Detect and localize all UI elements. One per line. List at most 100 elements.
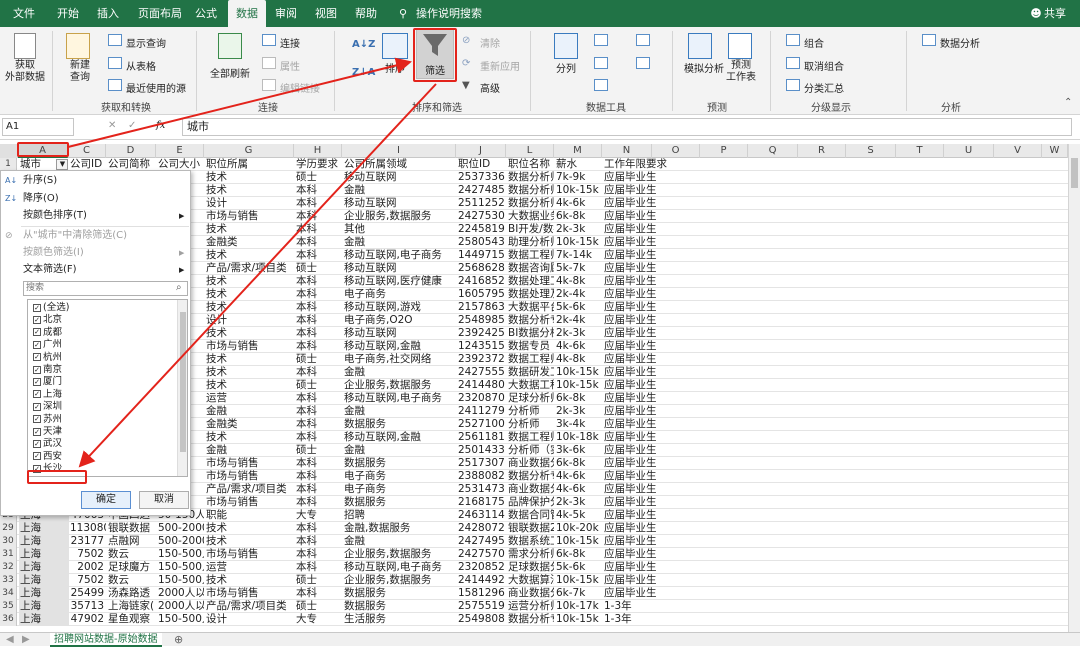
checkbox-icon[interactable]: ✓ bbox=[33, 353, 41, 362]
checkbox-icon[interactable]: ✓ bbox=[33, 452, 41, 461]
table-cell[interactable]: 数据分析专 bbox=[507, 613, 554, 626]
filter-by-color-option[interactable]: 按颜色筛选(I) bbox=[23, 245, 84, 261]
list-scrollbar-thumb[interactable] bbox=[180, 312, 186, 452]
table-cell[interactable]: 技术 bbox=[205, 223, 294, 236]
table-cell[interactable]: 金融 bbox=[343, 236, 456, 249]
column-header[interactable]: W bbox=[1042, 144, 1068, 158]
table-cell[interactable]: 10k-17k bbox=[555, 600, 602, 613]
table-cell[interactable]: 4k-5k bbox=[555, 509, 602, 522]
table-cell[interactable]: 7k-14k bbox=[555, 249, 602, 262]
column-header[interactable]: G bbox=[204, 144, 294, 158]
table-cell[interactable]: 2392425 bbox=[457, 327, 506, 340]
table-cell[interactable]: 47902 bbox=[69, 613, 106, 626]
table-cell[interactable]: 品牌保护分 bbox=[507, 496, 554, 509]
table-cell[interactable]: 数据处理及 bbox=[507, 288, 554, 301]
tab-help[interactable]: 帮助 bbox=[348, 0, 384, 27]
row-number[interactable]: 33 bbox=[0, 574, 17, 587]
table-cell[interactable]: 产品/需求/项目类 bbox=[205, 262, 294, 275]
table-cell[interactable]: 本科 bbox=[295, 548, 342, 561]
column-header[interactable]: T bbox=[896, 144, 944, 158]
table-cell[interactable]: 移动互联网,游戏 bbox=[343, 301, 456, 314]
table-cell[interactable]: 1-3年 bbox=[603, 600, 673, 613]
table-cell[interactable]: 足球分析师 bbox=[507, 392, 554, 405]
table-cell[interactable]: 本科 bbox=[295, 418, 342, 431]
filter-value-item[interactable]: ✓ 上海 bbox=[33, 389, 62, 401]
column-header[interactable]: Q bbox=[748, 144, 798, 158]
table-cell[interactable]: 2168175 bbox=[457, 496, 506, 509]
table-cell[interactable]: 2k-4k bbox=[555, 314, 602, 327]
table-cell[interactable]: 数云 bbox=[107, 548, 156, 561]
table-cell[interactable]: 5k-6k bbox=[555, 561, 602, 574]
table-cell[interactable]: 硕士 bbox=[295, 171, 342, 184]
table-cell[interactable]: 23177 bbox=[69, 535, 106, 548]
sort-by-color-option[interactable]: 按颜色排序(T) bbox=[23, 208, 87, 224]
table-cell[interactable]: 分析师 bbox=[507, 405, 554, 418]
table-cell[interactable]: 设计 bbox=[205, 314, 294, 327]
table-cell[interactable]: 应届毕业生 bbox=[603, 444, 673, 457]
table-cell[interactable]: 数据处理工 bbox=[507, 275, 554, 288]
checkbox-icon[interactable]: ✓ bbox=[33, 439, 41, 448]
table-cell[interactable]: 应届毕业生 bbox=[603, 275, 673, 288]
table-cell[interactable]: 应届毕业生 bbox=[603, 522, 673, 535]
table-cell[interactable]: 应届毕业生 bbox=[603, 210, 673, 223]
table-cell[interactable]: 技术 bbox=[205, 288, 294, 301]
subtotal-button[interactable]: 分类汇总 bbox=[804, 80, 844, 95]
column-header[interactable]: O bbox=[652, 144, 700, 158]
table-cell[interactable]: 应届毕业生 bbox=[603, 379, 673, 392]
table-cell[interactable]: 市场与销售 bbox=[205, 457, 294, 470]
table-cell[interactable]: 上海 bbox=[19, 587, 69, 600]
table-cell[interactable]: 数据合同管 bbox=[507, 509, 554, 522]
column-header[interactable]: V bbox=[994, 144, 1042, 158]
table-cell[interactable]: 2414492 bbox=[457, 574, 506, 587]
table-cell[interactable]: 应届毕业生 bbox=[603, 249, 673, 262]
table-cell[interactable]: 应届毕业生 bbox=[603, 314, 673, 327]
edit-links-button[interactable]: 编辑链接 bbox=[280, 80, 320, 95]
table-cell[interactable]: 2392372 bbox=[457, 353, 506, 366]
tab-insert[interactable]: 插入 bbox=[90, 0, 126, 27]
table-cell[interactable]: 1-3年 bbox=[603, 613, 673, 626]
table-cell[interactable]: 本科 bbox=[295, 327, 342, 340]
table-cell[interactable]: 10k-15k bbox=[555, 184, 602, 197]
table-cell[interactable]: 2k-3k bbox=[555, 327, 602, 340]
what-if-button[interactable]: 模拟分析 bbox=[684, 60, 724, 75]
table-cell[interactable]: 10k-15k bbox=[555, 236, 602, 249]
table-cell[interactable]: 本科 bbox=[295, 236, 342, 249]
sort-descending-option[interactable]: 降序(O) bbox=[23, 191, 59, 207]
table-cell[interactable]: 本科 bbox=[295, 522, 342, 535]
table-cell[interactable]: 招聘 bbox=[343, 509, 456, 522]
table-cell[interactable]: 7502 bbox=[69, 574, 106, 587]
table-cell[interactable]: 设计 bbox=[205, 197, 294, 210]
table-cell[interactable]: 应届毕业生 bbox=[603, 262, 673, 275]
connections-button[interactable]: 连接 bbox=[280, 35, 300, 50]
filter-value-item[interactable]: ✓ 广州 bbox=[33, 339, 62, 351]
table-cell[interactable]: 本科 bbox=[295, 496, 342, 509]
table-cell[interactable]: 应届毕业生 bbox=[603, 496, 673, 509]
table-cell[interactable]: 生活服务 bbox=[343, 613, 456, 626]
share-button[interactable]: 共享 bbox=[1042, 0, 1068, 27]
table-cell[interactable]: 移动互联网,金融 bbox=[343, 431, 456, 444]
column-header[interactable]: H bbox=[294, 144, 342, 158]
table-cell[interactable]: 数据服务 bbox=[343, 587, 456, 600]
from-table-button[interactable]: 从表格 bbox=[126, 58, 156, 73]
table-cell[interactable]: 10k-15k bbox=[555, 613, 602, 626]
filter-value-item[interactable]: ✓ 北京 bbox=[33, 314, 62, 326]
table-cell[interactable]: 应届毕业生 bbox=[603, 327, 673, 340]
table-cell[interactable]: 2157863 bbox=[457, 301, 506, 314]
table-cell[interactable]: 运营 bbox=[205, 561, 294, 574]
table-cell[interactable]: 应届毕业生 bbox=[603, 535, 673, 548]
cancel-button[interactable]: 取消 bbox=[139, 491, 189, 509]
table-cell[interactable]: 应届毕业生 bbox=[603, 574, 673, 587]
checkbox-icon[interactable]: ✓ bbox=[33, 315, 41, 324]
filter-value-item[interactable]: ✓ (全选) bbox=[33, 302, 69, 314]
filter-dropdown-arrow-icon[interactable]: ▼ bbox=[56, 159, 68, 170]
show-queries-button[interactable]: 显示查询 bbox=[126, 35, 166, 50]
table-cell[interactable]: 技术 bbox=[205, 171, 294, 184]
table-cell[interactable]: 2517307 bbox=[457, 457, 506, 470]
table-cell[interactable]: 金融 bbox=[205, 444, 294, 457]
checkbox-icon[interactable]: ✓ bbox=[33, 328, 41, 337]
filter-value-item[interactable]: ✓ 杭州 bbox=[33, 352, 62, 364]
table-cell[interactable]: 2388082 bbox=[457, 470, 506, 483]
table-cell[interactable]: 银联数据 bbox=[107, 522, 156, 535]
table-cell[interactable]: 金融类 bbox=[205, 418, 294, 431]
reapply-button[interactable]: 重新应用 bbox=[480, 58, 520, 73]
